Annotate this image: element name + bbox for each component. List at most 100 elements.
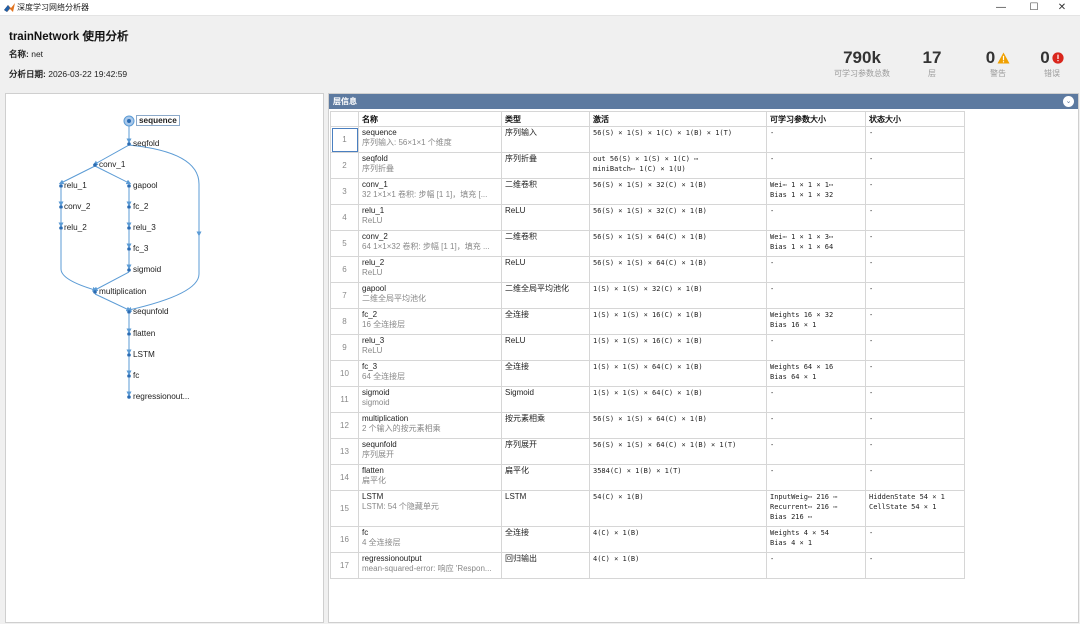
row-index[interactable]: 2 [330,152,359,179]
close-button[interactable]: ✕ [1044,0,1080,15]
row-learnables-line: - [770,415,775,423]
graph-node-gapool[interactable]: gapool [133,181,158,190]
row-index[interactable]: 6 [330,256,359,283]
row-states-line: - [869,129,874,137]
row-index[interactable]: 9 [330,334,359,361]
row-index[interactable]: 7 [330,282,359,309]
row-layer-name: fc_3 [362,362,378,371]
graph-node-conv-1[interactable]: conv_1 [99,160,125,169]
table-row[interactable]: 9 relu_3 ReLU ReLU 1(S) × 1(S) × 16(C) × 1(B… [330,334,965,361]
table-row[interactable]: 12 multiplication 2 个输入的按元素相乘 按元素相乘 56(S) × … [330,412,965,439]
table-row[interactable]: 10 fc_3 64 全连接层 全连接 1(S) × 1(S) × 64(C) × 1(… [330,360,965,387]
collapse-chevron-icon[interactable]: ⌄ [1063,96,1074,107]
table-row[interactable]: 1 sequence 序列输入: 56×1×1 个维度 序列输入 56(S) × 1(S… [330,126,965,153]
window-title: 深度学习网络分析器 [17,3,89,12]
row-layer-name: fc_2 [362,310,378,319]
table-row[interactable]: 4 relu_1 ReLU ReLU 56(S) × 1(S) × 32(C) × 1(… [330,204,965,231]
col-header-name[interactable]: 名称 [358,111,502,127]
minimize-button[interactable]: — [983,0,1019,15]
row-learnables-cell: Wei⋯ 1 × 1 × 1⋯ Bias 1 × 1 × 32 [766,178,866,205]
row-learnables-cell: Weights 4 × 54 Bias 4 × 1 [766,526,866,553]
row-name-cell: fc 4 全连接层 [358,526,502,553]
graph-node-fc-2[interactable]: fc_2 [133,202,148,211]
table-row[interactable]: 17 regressionoutput mean-squared-error: 响应… [330,552,965,579]
network-graph-panel[interactable]: sequence seqfold conv_1 relu_1 gapool co… [5,93,324,623]
row-layer-name: sequence [362,128,397,137]
row-activation-line: 1(S) × 1(S) × 16(C) × 1(B) [593,337,703,345]
row-index[interactable]: 3 [330,178,359,205]
graph-node-multiplication[interactable]: multiplication [99,287,146,296]
name-value: net [31,49,44,59]
graph-node-fc-3[interactable]: fc_3 [133,244,148,253]
table-row[interactable]: 11 sigmoid sigmoid Sigmoid 1(S) × 1(S) × 64(… [330,386,965,413]
row-index[interactable]: 10 [330,360,359,387]
row-learnables-cell: - [766,552,866,579]
row-type: ReLU [501,204,590,231]
row-states-line: - [869,441,874,449]
table-row[interactable]: 3 conv_1 32 1×1×1 卷积: 步幅 [1 1]，填充 [... 二维卷积… [330,178,965,205]
row-name-cell: fc_2 16 全连接层 [358,308,502,335]
row-index[interactable]: 16 [330,526,359,553]
table-row[interactable]: 2 seqfold 序列折叠 序列折叠 out 56(S) × 1(S) × 1(C) … [330,152,965,179]
table-row[interactable]: 14 flatten 扁平化 扁平化 3584(C) × 1(B) × 1(T) - - [330,464,965,491]
graph-node-flatten[interactable]: flatten [133,329,155,338]
graph-node-relu-1[interactable]: relu_1 [64,181,87,190]
stat-errors-value: 0 [1040,48,1050,67]
row-type: 序列输入 [501,126,590,153]
stat-learnables-label: 可学习参数总数 [834,69,890,78]
graph-node-sigmoid[interactable]: sigmoid [133,265,161,274]
col-header-learnables[interactable]: 可学习参数大小 [766,111,866,127]
graph-node-conv-2[interactable]: conv_2 [64,202,90,211]
stat-warnings: 0 警告 [978,48,1018,79]
graph-node-seqfold[interactable]: seqfold [133,139,159,148]
error-icon [1052,52,1064,64]
row-activation-cell: out 56(S) × 1(S) × 1(C) ⋯ miniBatch⋯ 1(C)… [589,152,767,179]
table-row[interactable]: 16 fc 4 全连接层 全连接 4(C) × 1(B) Weights 4 × 54 Bi… [330,526,965,553]
table-row[interactable]: 7 gapool 二维全局平均池化 二维全局平均池化 1(S) × 1(S) × 32(… [330,282,965,309]
row-index[interactable]: 4 [330,204,359,231]
row-learnables-line: - [770,555,775,563]
row-activation-cell: 54(C) × 1(B) [589,490,767,527]
graph-node-regressionoutput[interactable]: regressionout... [133,392,189,401]
layer-table: 名称 类型 激活 可学习参数大小 状态大小 1 sequence 序列输入: 56×… [330,111,965,579]
row-index[interactable]: 14 [330,464,359,491]
row-index[interactable]: 8 [330,308,359,335]
col-header-index[interactable] [330,111,359,127]
col-header-type[interactable]: 类型 [501,111,590,127]
graph-node-lstm[interactable]: LSTM [133,350,155,359]
row-states-line: - [869,311,874,319]
col-header-activation[interactable]: 激活 [589,111,767,127]
row-index[interactable]: 11 [330,386,359,413]
row-layer-name: relu_3 [362,336,385,345]
graph-node-sequnfold[interactable]: sequnfold [133,307,169,316]
table-row[interactable]: 6 relu_2 ReLU ReLU 56(S) × 1(S) × 64(C) × 1(… [330,256,965,283]
row-index[interactable]: 17 [330,552,359,579]
row-activation-cell: 56(S) × 1(S) × 64(C) × 1(B) [589,256,767,283]
col-header-states[interactable]: 状态大小 [865,111,965,127]
table-row[interactable]: 5 conv_2 64 1×1×32 卷积: 步幅 [1 1]，填充 ... 二维卷积… [330,230,965,257]
row-learnables-line: - [770,207,775,215]
row-type: ReLU [501,256,590,283]
row-learnables-line: Wei⋯ 1 × 1 × 1⋯ [770,181,834,189]
row-states-cell: - [865,438,965,465]
graph-node-relu-2[interactable]: relu_2 [64,223,87,232]
analysis-header: trainNetwork 使用分析 名称: net 分析日期: 2026-03-… [0,16,1080,88]
table-row[interactable]: 15 LSTM LSTM: 54 个隐藏单元 LSTM 54(C) × 1(B) Inpu… [330,490,965,527]
graph-node-relu-3[interactable]: relu_3 [133,223,156,232]
row-index[interactable]: 15 [330,490,359,527]
row-type: LSTM [501,490,590,527]
network-name: 名称: net [9,48,43,60]
row-layer-name: LSTM [362,492,384,501]
row-activation-cell: 56(S) × 1(S) × 32(C) × 1(B) [589,204,767,231]
row-index[interactable]: 5 [330,230,359,257]
row-name-cell: relu_3 ReLU [358,334,502,361]
row-index[interactable]: 12 [330,412,359,439]
row-index[interactable]: 13 [330,438,359,465]
table-row[interactable]: 8 fc_2 16 全连接层 全连接 1(S) × 1(S) × 16(C) × 1(B… [330,308,965,335]
row-index[interactable]: 1 [330,126,359,153]
row-states-cell: - [865,464,965,491]
graph-node-sequence[interactable]: sequence [136,115,180,126]
stat-layers-label: 层 [928,69,936,78]
graph-node-fc[interactable]: fc [133,371,139,380]
table-row[interactable]: 13 sequnfold 序列展开 序列展开 56(S) × 1(S) × 64(C) … [330,438,965,465]
